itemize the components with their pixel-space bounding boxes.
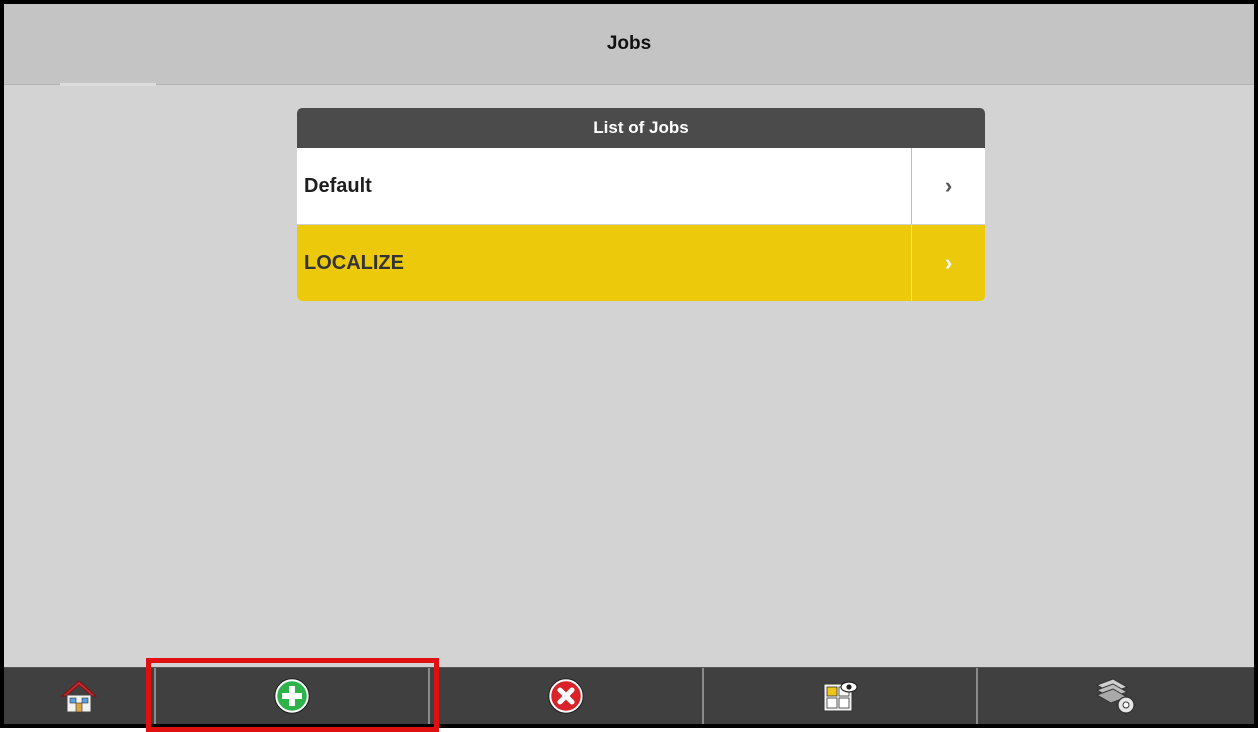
layers-gear-icon <box>1095 678 1136 715</box>
title-bar: Jobs <box>4 4 1254 86</box>
app-window: Jobs List of Jobs Default › LOCALIZE › <box>0 0 1258 728</box>
view-grid-eye-icon <box>823 681 858 712</box>
home-button[interactable] <box>4 668 154 724</box>
chevron-right-icon[interactable]: › <box>911 225 985 301</box>
delete-job-button[interactable] <box>428 668 702 724</box>
title-divider <box>60 83 156 86</box>
job-settings-button[interactable] <box>976 668 1254 724</box>
add-circle-icon <box>274 678 310 714</box>
page-title: Jobs <box>606 33 652 54</box>
bottom-toolbar <box>4 667 1254 724</box>
job-label: Default <box>304 174 372 197</box>
chevron-right-icon[interactable]: › <box>911 148 985 224</box>
job-row-default[interactable]: Default › <box>297 148 985 224</box>
job-row-localize[interactable]: LOCALIZE › <box>297 224 985 301</box>
job-label: LOCALIZE <box>304 251 404 274</box>
view-job-button[interactable] <box>702 668 976 724</box>
add-job-button[interactable] <box>154 668 428 724</box>
home-icon <box>60 680 98 713</box>
jobs-list-header: List of Jobs <box>297 108 985 148</box>
jobs-list-card: List of Jobs Default › LOCALIZE › <box>297 108 985 301</box>
delete-circle-icon <box>548 678 584 714</box>
